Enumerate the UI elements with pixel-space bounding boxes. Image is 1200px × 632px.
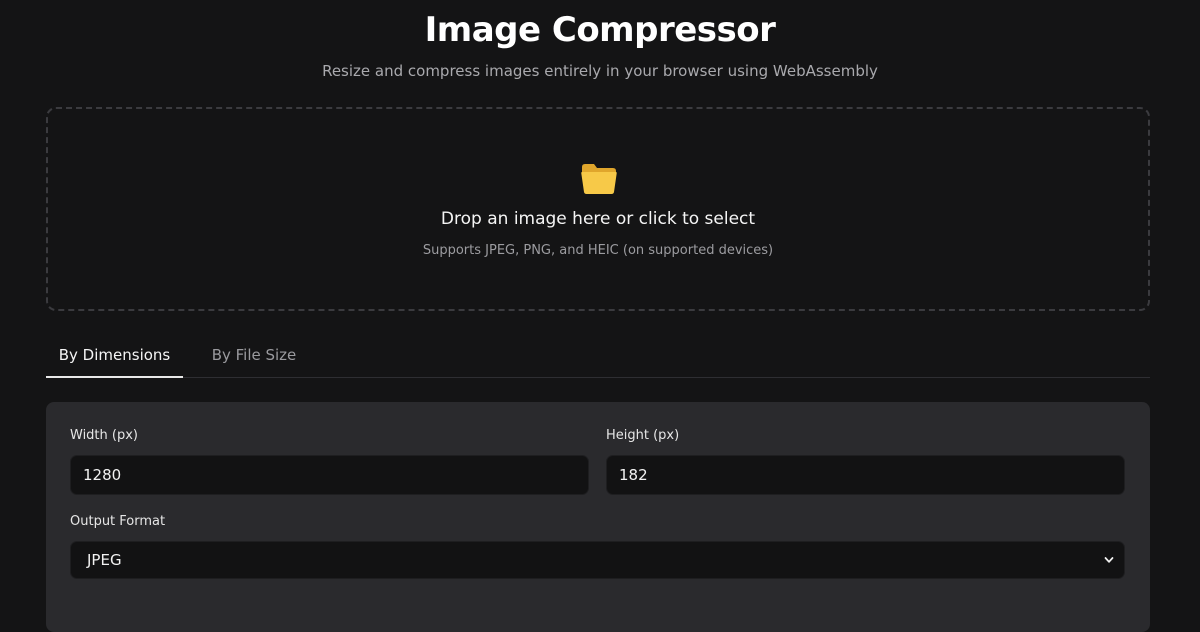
output-format-label: Output Format [70,514,166,529]
tab-by-file-size[interactable]: By File Size [198,336,310,376]
mode-tabs: By Dimensions By File Size [46,336,1150,378]
chevron-down-icon [1104,557,1114,563]
height-label: Height (px) [606,428,680,443]
output-format-select[interactable]: JPEG [70,541,1125,579]
folder-icon [581,164,617,194]
width-input[interactable] [70,455,589,495]
dropzone-text: Drop an image here or click to select [440,209,756,229]
width-label: Width (px) [70,428,138,443]
page-subtitle: Resize and compress images entirely in y… [322,62,878,80]
image-dropzone[interactable]: Drop an image here or click to select Su… [46,107,1150,311]
dropzone-hint: Supports JPEG, PNG, and HEIC (on support… [422,243,774,258]
settings-panel: Width (px) Height (px) Output Format JPE… [46,402,1150,632]
height-input[interactable] [606,455,1125,495]
page-title: Image Compressor [424,10,776,50]
output-format-value: JPEG [87,551,122,569]
tab-by-dimensions[interactable]: By Dimensions [46,336,183,378]
